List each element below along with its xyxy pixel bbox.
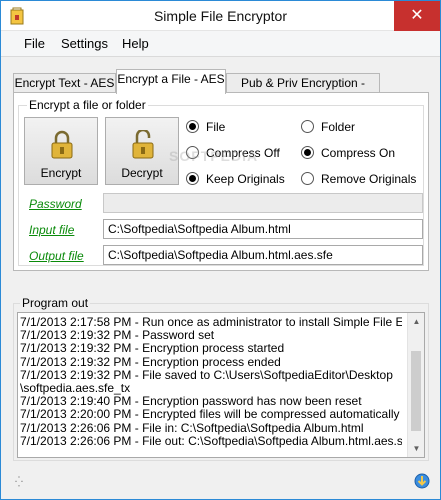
tab-encrypt-text[interactable]: Encrypt Text - AES: [13, 73, 116, 93]
log-line: 7/1/2013 2:19:32 PM - Password set: [20, 329, 215, 343]
radio-label: Remove Originals: [321, 172, 417, 186]
group-title: Encrypt a file or folder: [27, 98, 148, 112]
radio-label: Keep Originals: [206, 172, 285, 186]
watermark: SOFTPEDIA: [169, 148, 259, 164]
radio-label: Folder: [321, 120, 356, 134]
close-button[interactable]: ✕: [394, 1, 440, 31]
program-output-log[interactable]: 7/1/2013 2:17:58 PM - Run once as admini…: [17, 312, 425, 458]
radio-circle[interactable]: [186, 172, 199, 185]
log-line: 7/1/2013 2:19:32 PM - Encryption process…: [20, 355, 281, 369]
decrypt-label: Decrypt: [121, 166, 163, 180]
encrypt-button[interactable]: Encrypt: [24, 117, 98, 185]
title-bar[interactable]: Simple File Encryptor ✕: [1, 1, 440, 31]
resize-grip-icon[interactable]: ⁛: [15, 477, 24, 488]
menu-help[interactable]: Help: [122, 36, 149, 51]
scroll-down-icon[interactable]: ▼: [408, 440, 424, 457]
main-window: Simple File Encryptor ✕ File Settings He…: [0, 0, 441, 500]
log-line: 7/1/2013 2:19:32 PM - File saved to C:\U…: [20, 368, 393, 382]
padlock-open-icon: [132, 130, 154, 159]
encrypt-file-panel: Encrypt a file or folder Encrypt Decrypt: [13, 92, 429, 271]
log-line: 7/1/2013 2:26:06 PM - File in: C:\Softpe…: [20, 421, 364, 435]
window-title: Simple File Encryptor: [153, 8, 288, 24]
encrypt-label: Encrypt: [40, 166, 82, 180]
input-file-field[interactable]: C:\Softpedia\Softpedia Album.html: [103, 219, 423, 239]
output-file-field[interactable]: C:\Softpedia\Softpedia Album.html.aes.sf…: [103, 245, 423, 265]
menu-settings[interactable]: Settings: [61, 36, 108, 51]
radio-circle[interactable]: [301, 146, 314, 159]
input-file-label[interactable]: Input file: [29, 223, 74, 237]
encrypt-groupbox: Encrypt a file or folder Encrypt Decrypt: [18, 98, 424, 266]
tab-encrypt-file[interactable]: Encrypt a File - AES: [116, 69, 226, 94]
program-output-title: Program out: [20, 296, 91, 310]
radio-circle[interactable]: [301, 172, 314, 185]
radio-label: Compress On: [321, 146, 396, 160]
log-line: 7/1/2013 2:19:32 PM - Encryption process…: [20, 342, 285, 356]
log-line: 7/1/2013 2:26:06 PM - File out: C:\Softp…: [20, 434, 402, 448]
radio-circle[interactable]: [186, 120, 199, 133]
password-label[interactable]: Password: [29, 197, 82, 211]
scroll-up-icon[interactable]: ▲: [408, 313, 424, 330]
log-line: 7/1/2013 2:19:40 PM - Encryption passwor…: [20, 395, 362, 409]
log-scrollbar[interactable]: ▲ ▼: [407, 313, 424, 457]
scroll-thumb[interactable]: [411, 351, 421, 431]
radio-label: File: [206, 120, 226, 134]
program-output-group: Program out 7/1/2013 2:17:58 PM - Run on…: [13, 296, 429, 461]
menu-bar: File Settings Help: [1, 31, 440, 57]
menu-file[interactable]: File: [24, 36, 45, 51]
download-icon[interactable]: [414, 473, 430, 489]
log-line: 7/1/2013 2:17:58 PM - Run once as admini…: [20, 316, 402, 329]
log-line: 7/1/2013 2:20:00 PM - Encrypted files wi…: [20, 408, 400, 422]
tab-pub-priv-rsa[interactable]: Pub & Priv Encryption - RSA: [226, 73, 380, 108]
radio-circle[interactable]: [301, 120, 314, 133]
output-file-label[interactable]: Output file: [29, 249, 84, 263]
password-field[interactable]: [103, 193, 423, 213]
log-lines: 7/1/2013 2:17:58 PM - Run once as admini…: [20, 316, 402, 448]
log-line: \softpedia.aes.sfe_tx: [20, 382, 131, 396]
decrypt-button[interactable]: Decrypt: [105, 117, 179, 185]
padlock-closed-icon: [51, 130, 73, 159]
status-bar: ⁛: [1, 465, 440, 499]
